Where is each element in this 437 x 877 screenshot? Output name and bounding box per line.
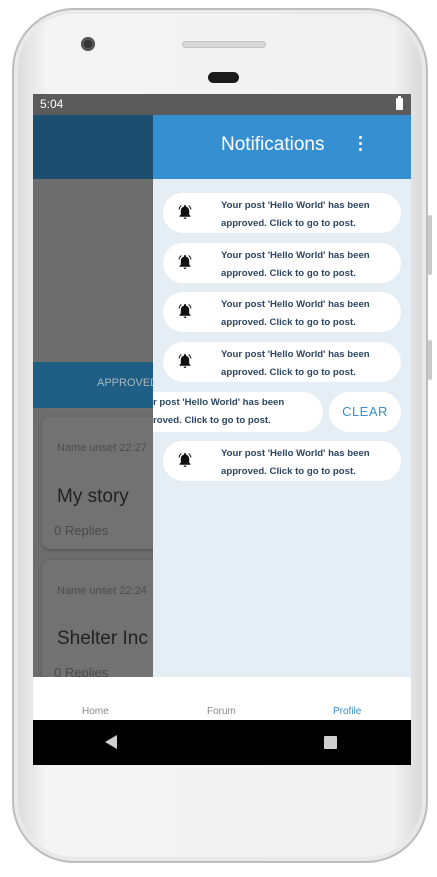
post-card[interactable]: Name unset 22:27 My story 0 Replies	[42, 417, 162, 549]
nav-profile[interactable]: Profile	[333, 706, 361, 717]
tab-approved[interactable]: APPROVED	[33, 362, 158, 408]
side-button	[428, 340, 432, 380]
battery-icon	[396, 96, 403, 110]
post-meta: Name unset 22:27	[57, 442, 147, 454]
drawer-header: Notifications	[153, 115, 411, 179]
more-vert-icon[interactable]	[359, 136, 363, 152]
recents-square-icon[interactable]	[324, 736, 337, 749]
system-nav-bar	[33, 720, 411, 765]
device-screen: 5:04 APPROVED Name unset 22:27 My story …	[33, 94, 411, 765]
notification-item[interactable]: Your post 'Hello World' has been approved…	[163, 243, 401, 283]
notification-item[interactable]: Your post 'Hello World' has been approved…	[163, 292, 401, 332]
tab-approved-label: APPROVED	[97, 377, 159, 389]
post-title: Shelter Inc	[57, 628, 148, 649]
bottom-nav: Home Forum Profile	[33, 677, 411, 720]
bell-icon	[178, 205, 192, 219]
bell-icon	[178, 354, 192, 368]
post-meta: Name unset 22:24	[57, 585, 147, 597]
bell-icon	[178, 453, 192, 467]
status-bar: 5:04	[33, 94, 411, 115]
drawer-title: Notifications	[221, 134, 325, 155]
bell-icon	[178, 255, 192, 269]
notification-text: Your post 'Hello World' has been approved…	[221, 448, 370, 477]
nav-home[interactable]: Home	[82, 706, 109, 717]
notification-item[interactable]: Your post 'Hello World' has been approved…	[163, 342, 401, 382]
notification-text: Your post 'Hello World' has been approved…	[221, 299, 370, 328]
notification-text: r post 'Hello World' has been roved. Clic…	[153, 397, 285, 426]
clear-button[interactable]: CLEAR	[329, 392, 401, 432]
notification-item[interactable]: Your post 'Hello World' has been approved…	[163, 441, 401, 481]
post-replies: 0 Replies	[54, 523, 109, 538]
side-button	[428, 215, 432, 275]
back-triangle-icon[interactable]	[105, 735, 117, 749]
post-title: My story	[57, 486, 129, 507]
notification-item[interactable]: Your post 'Hello World' has been approved…	[163, 193, 401, 233]
bell-icon	[178, 304, 192, 318]
front-camera	[81, 37, 95, 51]
status-time: 5:04	[40, 97, 64, 111]
proximity-sensor	[208, 72, 239, 83]
notifications-drawer: Notifications Your post 'Hello World' ha…	[153, 115, 411, 677]
notification-text: Your post 'Hello World' has been approved…	[221, 349, 370, 378]
nav-forum[interactable]: Forum	[207, 706, 236, 717]
notification-item-swiped[interactable]: r post 'Hello World' has been roved. Clic…	[153, 392, 323, 432]
notification-text: Your post 'Hello World' has been approved…	[221, 200, 370, 229]
earpiece-speaker	[182, 41, 266, 48]
notification-text: Your post 'Hello World' has been approved…	[221, 250, 370, 279]
